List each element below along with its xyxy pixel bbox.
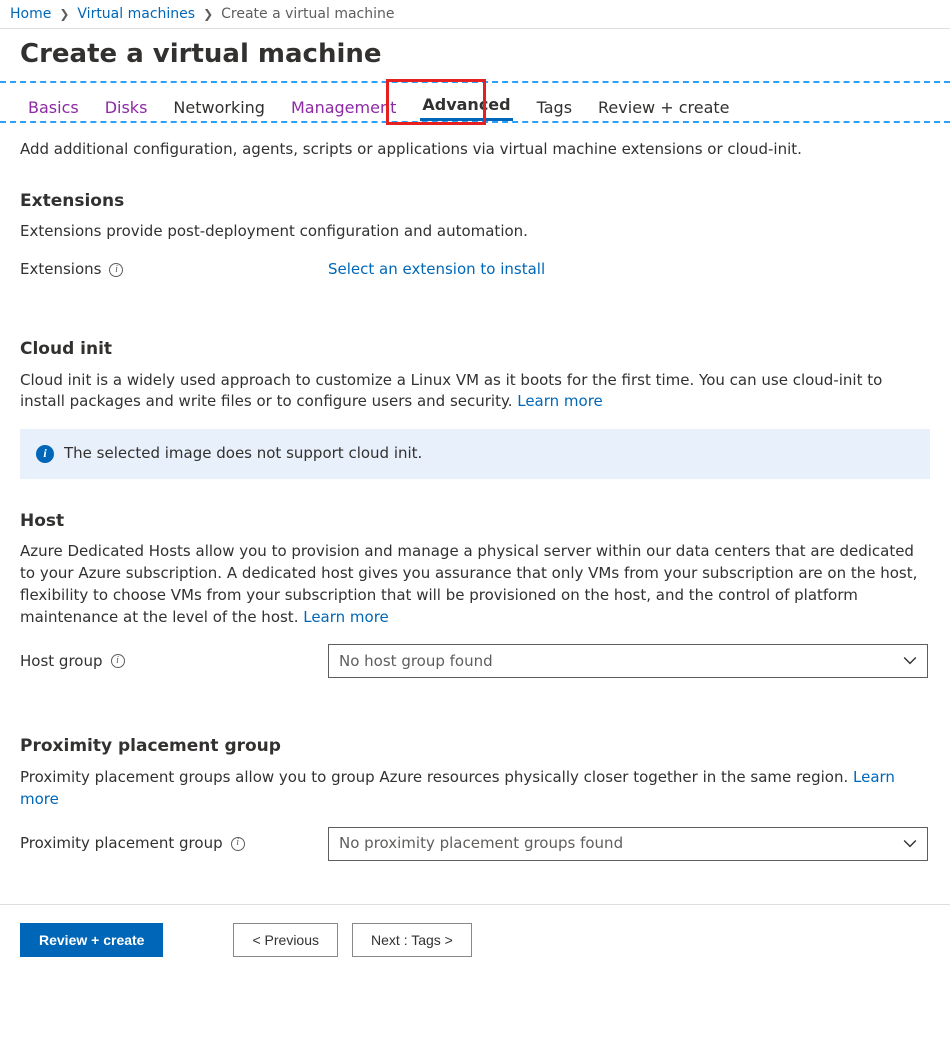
breadcrumb-vms[interactable]: Virtual machines — [77, 6, 195, 22]
tabs-container: Basics Disks Networking Management Advan… — [0, 81, 950, 123]
chevron-right-icon: ❯ — [203, 7, 213, 21]
cloudinit-callout: i The selected image does not support cl… — [20, 429, 930, 479]
callout-text: The selected image does not support clou… — [64, 443, 422, 465]
host-group-label: Host group — [20, 651, 103, 673]
host-learn-more-link[interactable]: Learn more — [303, 608, 389, 626]
info-icon: i — [36, 445, 54, 463]
tab-disks[interactable]: Disks — [103, 92, 150, 121]
info-icon[interactable]: i — [111, 654, 125, 668]
ppg-select[interactable]: No proximity placement groups found — [328, 827, 928, 861]
info-icon[interactable]: i — [109, 263, 123, 277]
tab-basics[interactable]: Basics — [26, 92, 81, 121]
chevron-right-icon: ❯ — [59, 7, 69, 21]
section-ppg-heading: Proximity placement group — [20, 734, 930, 759]
host-group-select[interactable]: No host group found — [328, 644, 928, 678]
chevron-down-icon — [903, 837, 917, 851]
tab-review[interactable]: Review + create — [596, 92, 731, 121]
footer: Review + create < Previous Next : Tags > — [0, 904, 950, 975]
page-title: Create a virtual machine — [0, 29, 950, 81]
section-extensions-desc: Extensions provide post-deployment confi… — [20, 221, 930, 243]
select-extension-link[interactable]: Select an extension to install — [328, 259, 545, 281]
breadcrumb: Home ❯ Virtual machines ❯ Create a virtu… — [0, 0, 950, 29]
ppg-label: Proximity placement group — [20, 833, 223, 855]
tab-advanced[interactable]: Advanced — [420, 89, 512, 121]
host-group-value: No host group found — [339, 651, 493, 673]
breadcrumb-current: Create a virtual machine — [221, 6, 394, 22]
intro-text: Add additional configuration, agents, sc… — [20, 139, 930, 161]
section-cloudinit-heading: Cloud init — [20, 337, 930, 362]
section-ppg-desc: Proximity placement groups allow you to … — [20, 767, 930, 811]
section-host-heading: Host — [20, 509, 930, 534]
tab-networking[interactable]: Networking — [171, 92, 267, 121]
breadcrumb-home[interactable]: Home — [10, 6, 51, 22]
section-cloudinit-desc: Cloud init is a widely used approach to … — [20, 370, 930, 414]
next-button[interactable]: Next : Tags > — [352, 923, 472, 957]
tab-management[interactable]: Management — [289, 92, 398, 121]
cloudinit-learn-more-link[interactable]: Learn more — [517, 392, 603, 410]
extensions-label: Extensions — [20, 259, 101, 281]
review-create-button[interactable]: Review + create — [20, 923, 163, 957]
info-icon[interactable]: i — [231, 837, 245, 851]
section-extensions-heading: Extensions — [20, 189, 930, 214]
section-host-desc: Azure Dedicated Hosts allow you to provi… — [20, 541, 930, 628]
ppg-value: No proximity placement groups found — [339, 833, 623, 855]
tab-tags[interactable]: Tags — [535, 92, 574, 121]
chevron-down-icon — [903, 654, 917, 668]
previous-button[interactable]: < Previous — [233, 923, 338, 957]
